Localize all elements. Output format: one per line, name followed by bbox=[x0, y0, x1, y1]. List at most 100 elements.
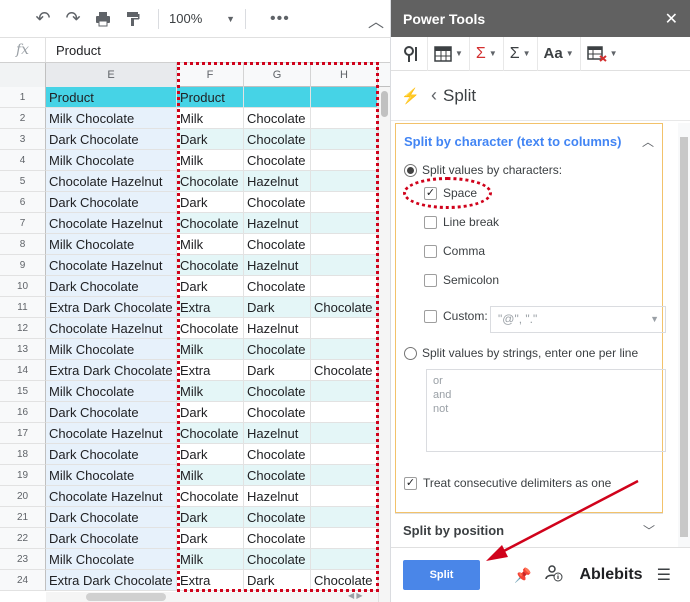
chevron-down-icon[interactable]: ﹀ bbox=[643, 522, 655, 539]
cell-h[interactable] bbox=[311, 276, 378, 297]
cell-e[interactable]: Dark Chocolate bbox=[46, 192, 177, 213]
cell-e[interactable]: Milk Chocolate bbox=[46, 381, 177, 402]
cell-g[interactable]: Chocolate bbox=[244, 507, 311, 528]
checkbox-space[interactable]: ✓ Space bbox=[424, 186, 477, 200]
chevron-up-icon[interactable]: ︿ bbox=[368, 8, 384, 32]
cell-h[interactable] bbox=[311, 507, 378, 528]
checkbox-line-break[interactable]: Line break bbox=[424, 215, 499, 229]
pin-icon[interactable]: 📌 bbox=[514, 567, 531, 584]
cell-g[interactable]: Chocolate bbox=[244, 465, 311, 486]
check-icon[interactable]: ✓ bbox=[404, 476, 417, 490]
cell-g[interactable]: Hazelnut bbox=[244, 486, 311, 507]
cell-g[interactable]: Chocolate bbox=[244, 108, 311, 129]
cell-e[interactable]: Chocolate Hazelnut bbox=[46, 423, 177, 444]
row-number[interactable]: 12 bbox=[0, 318, 46, 339]
cell-h[interactable] bbox=[311, 108, 378, 129]
cell-g[interactable]: Chocolate bbox=[244, 234, 311, 255]
cell-f[interactable]: Dark bbox=[177, 507, 244, 528]
tool-key-icon[interactable] bbox=[397, 36, 428, 71]
cell-e[interactable]: Dark Chocolate bbox=[46, 276, 177, 297]
checkbox-box[interactable] bbox=[424, 273, 437, 287]
cell-g[interactable]: Chocolate bbox=[244, 528, 311, 549]
close-icon[interactable]: ✕ bbox=[665, 9, 678, 29]
cell-f[interactable]: Chocolate bbox=[177, 171, 244, 192]
cell-g[interactable] bbox=[244, 87, 311, 108]
cell-g[interactable]: Chocolate bbox=[244, 129, 311, 150]
redo-icon[interactable]: ↷ bbox=[58, 4, 88, 34]
formula-input[interactable]: Product bbox=[46, 43, 101, 58]
sum-icon[interactable]: Σ ▼ bbox=[504, 36, 538, 71]
cell-h[interactable] bbox=[311, 549, 378, 570]
cell-h[interactable]: Chocolate bbox=[311, 360, 378, 381]
checkbox-treat-consecutive[interactable]: ✓ Treat consecutive delimiters as one bbox=[404, 476, 611, 490]
cell-f[interactable]: Milk bbox=[177, 108, 244, 129]
account-info-icon[interactable] bbox=[545, 564, 563, 586]
cell-f[interactable]: Chocolate bbox=[177, 423, 244, 444]
cell-g[interactable]: Chocolate bbox=[244, 192, 311, 213]
row-number[interactable]: 1 bbox=[0, 87, 46, 108]
cell-e[interactable]: Chocolate Hazelnut bbox=[46, 213, 177, 234]
split-button[interactable]: Split bbox=[403, 560, 480, 590]
cell-h[interactable] bbox=[311, 402, 378, 423]
cell-e[interactable]: Chocolate Hazelnut bbox=[46, 486, 177, 507]
cell-h[interactable] bbox=[311, 234, 378, 255]
row-number[interactable]: 15 bbox=[0, 381, 46, 402]
checkbox-semicolon[interactable]: Semicolon bbox=[424, 273, 499, 287]
cell-h[interactable] bbox=[311, 486, 378, 507]
row-number[interactable]: 5 bbox=[0, 171, 46, 192]
column-header-f[interactable]: F bbox=[177, 63, 244, 87]
checkbox-custom[interactable]: Custom: bbox=[424, 309, 488, 323]
row-number[interactable]: 20 bbox=[0, 486, 46, 507]
row-number[interactable]: 19 bbox=[0, 465, 46, 486]
row-number[interactable]: 9 bbox=[0, 255, 46, 276]
row-number[interactable]: 23 bbox=[0, 549, 46, 570]
custom-delimiter-input[interactable]: "@", "." ▼ bbox=[490, 306, 666, 333]
row-number[interactable]: 11 bbox=[0, 297, 46, 318]
cell-e[interactable]: Extra Dark Chocolate bbox=[46, 297, 177, 318]
cell-g[interactable]: Chocolate bbox=[244, 381, 311, 402]
checkbox-box[interactable] bbox=[424, 215, 437, 229]
cell-f[interactable]: Milk bbox=[177, 381, 244, 402]
text-case-icon[interactable]: Aa ▼ bbox=[538, 36, 581, 71]
row-number[interactable]: 13 bbox=[0, 339, 46, 360]
column-header-g[interactable]: G bbox=[244, 63, 311, 87]
cell-g[interactable]: Hazelnut bbox=[244, 318, 311, 339]
scroll-thumb[interactable] bbox=[680, 137, 688, 537]
cell-g[interactable]: Hazelnut bbox=[244, 171, 311, 192]
chevron-up-icon[interactable]: ︿ bbox=[642, 133, 654, 150]
row-number[interactable]: 18 bbox=[0, 444, 46, 465]
cell-f[interactable]: Milk bbox=[177, 234, 244, 255]
cell-f[interactable]: Milk bbox=[177, 549, 244, 570]
cell-h[interactable] bbox=[311, 381, 378, 402]
cell-h[interactable] bbox=[311, 423, 378, 444]
row-number[interactable]: 16 bbox=[0, 402, 46, 423]
cell-g[interactable]: Dark bbox=[244, 360, 311, 381]
cell-f[interactable]: Extra bbox=[177, 360, 244, 381]
cell-h[interactable] bbox=[311, 192, 378, 213]
horizontal-scrollbar[interactable] bbox=[46, 592, 378, 602]
cell-f[interactable]: Dark bbox=[177, 402, 244, 423]
cell-f[interactable]: Dark bbox=[177, 528, 244, 549]
row-number[interactable]: 21 bbox=[0, 507, 46, 528]
cell-h[interactable]: Chocolate bbox=[311, 297, 378, 318]
cell-h[interactable] bbox=[311, 171, 378, 192]
strings-textarea[interactable]: or and not bbox=[426, 369, 666, 452]
row-number[interactable]: 2 bbox=[0, 108, 46, 129]
row-number[interactable]: 4 bbox=[0, 150, 46, 171]
check-icon[interactable]: ✓ bbox=[424, 186, 437, 200]
cell-g[interactable]: Chocolate bbox=[244, 549, 311, 570]
cell-e[interactable]: Dark Chocolate bbox=[46, 507, 177, 528]
cell-e[interactable]: Dark Chocolate bbox=[46, 444, 177, 465]
cell-g[interactable]: Hazelnut bbox=[244, 255, 311, 276]
cell-h[interactable] bbox=[311, 528, 378, 549]
row-number[interactable]: 10 bbox=[0, 276, 46, 297]
cell-e[interactable]: Extra Dark Chocolate bbox=[46, 360, 177, 381]
cell-f[interactable]: Chocolate bbox=[177, 486, 244, 507]
cell-e[interactable]: Milk Chocolate bbox=[46, 108, 177, 129]
panel-scrollbar[interactable] bbox=[678, 123, 690, 548]
menu-icon[interactable]: ☰ bbox=[657, 565, 671, 585]
paint-format-icon[interactable] bbox=[118, 4, 148, 34]
row-number[interactable]: 3 bbox=[0, 129, 46, 150]
cell-e[interactable]: Chocolate Hazelnut bbox=[46, 255, 177, 276]
more-icon[interactable]: ••• bbox=[270, 10, 290, 28]
